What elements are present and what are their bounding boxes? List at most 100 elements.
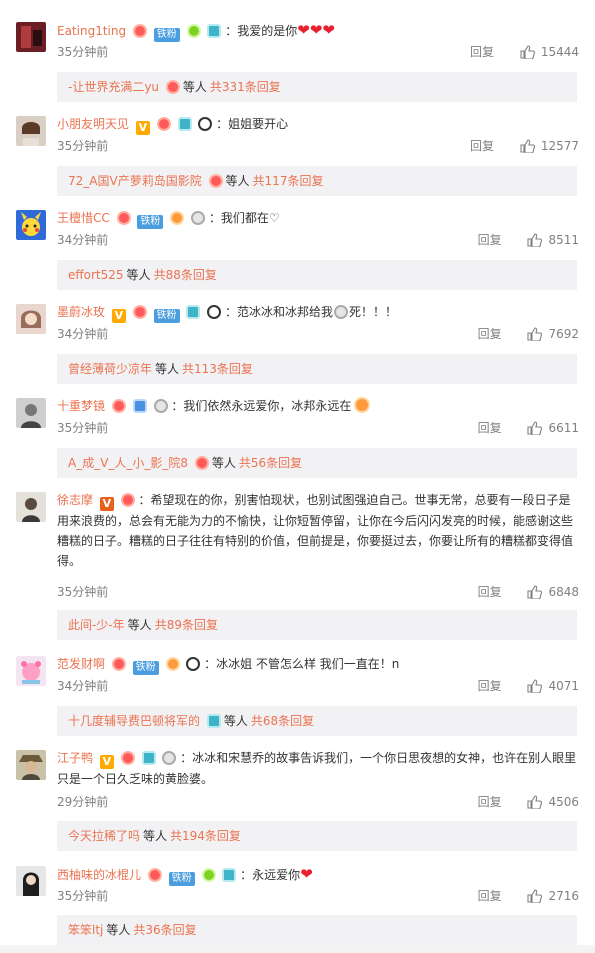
reply-total-link[interactable]: 共113条回复 [182,362,253,376]
member-icon[interactable] [116,211,131,225]
reply-button[interactable]: 回复 [478,327,502,341]
member-icon[interactable] [111,657,126,671]
username[interactable]: 江子鸭 [57,751,93,765]
username[interactable]: 王檀惜CC [57,211,110,225]
reply-summary[interactable]: A_成_V_人_小_影_院8 等人 共56条回复 [57,448,577,478]
username[interactable]: 小朋友明天见 [57,117,129,131]
panda-badge-icon[interactable] [198,117,213,131]
calendar-badge-icon[interactable] [132,399,147,413]
member-icon[interactable] [132,24,147,38]
camera-badge-icon[interactable] [222,868,237,882]
reply-total-link[interactable]: 共56条回复 [239,456,302,470]
ring-badge-icon[interactable] [153,399,168,413]
fan-badge[interactable]: 铁粉 [168,872,195,886]
like-button[interactable]: 12577 [520,139,579,153]
reply-summary[interactable]: 此间-少-年 等人 共89条回复 [57,610,577,640]
reply-total-link[interactable]: 共89条回复 [155,618,218,632]
verified-v-icon[interactable]: V [99,497,114,511]
reply-button[interactable]: 回复 [478,679,502,693]
reply-button[interactable]: 回复 [470,139,494,153]
reply-summary[interactable]: 72_A国V产萝莉岛国影院 等人 共117条回复 [57,166,577,196]
panda-badge-icon[interactable] [207,305,222,319]
ring-badge-icon[interactable] [191,211,206,225]
like-button[interactable]: 6848 [527,585,579,599]
verified-v-icon[interactable]: V [111,309,126,323]
avatar[interactable] [16,116,46,146]
member-icon[interactable] [156,117,171,131]
reply-summary[interactable]: 十几度辅导费巴顿将军的 等人 共68条回复 [57,706,577,736]
fan-badge[interactable]: 铁粉 [153,309,180,323]
reply-button[interactable]: 回复 [478,795,502,809]
ring-badge-icon[interactable] [162,751,177,765]
username[interactable]: 徐志摩 [57,493,93,507]
panda-badge-icon[interactable] [186,657,201,671]
reply-username[interactable]: 曾经薄荷少凉年 [68,362,152,376]
reply-username[interactable]: 笨笨ltj [68,923,103,937]
username[interactable]: 十重梦镜 [57,399,105,413]
member-icon[interactable] [132,305,147,319]
avatar[interactable] [16,492,46,522]
gift-badge-icon[interactable] [165,657,180,671]
like-button[interactable]: 6611 [527,421,579,435]
username[interactable]: 墨蔚冰玫 [57,305,105,319]
camera-badge-icon[interactable] [186,305,201,319]
reply-username[interactable]: 72_A国V产萝莉岛国影院 [68,174,202,188]
member-icon[interactable] [111,399,126,413]
like-button[interactable]: 8511 [527,233,579,247]
reply-summary[interactable]: effort525 等人 共88条回复 [57,260,577,290]
member-icon[interactable] [147,868,162,882]
avatar[interactable] [16,304,46,334]
reply-total-link[interactable]: 共194条回复 [170,829,241,843]
reply-button[interactable]: 回复 [478,421,502,435]
reply-total-link[interactable]: 共331条回复 [210,80,281,94]
camera-badge-icon[interactable] [177,117,192,131]
avatar[interactable] [16,656,46,686]
reply-username[interactable]: 此间-少-年 [68,618,125,632]
reply-total-link[interactable]: 共68条回复 [251,714,314,728]
reply-summary[interactable]: 笨笨ltj 等人 共36条回复 [57,915,577,945]
verified-v-icon[interactable]: V [135,121,150,135]
fan-badge[interactable]: 铁粉 [137,215,164,229]
avatar[interactable] [16,750,46,780]
username[interactable]: 西柚味的冰棍儿 [57,868,141,882]
avatar[interactable] [16,398,46,428]
avatar[interactable] [16,210,46,240]
reply-button[interactable]: 回复 [478,889,502,903]
reply-button[interactable]: 回复 [478,233,502,247]
reply-username[interactable]: 十几度辅导费巴顿将军的 [68,714,200,728]
reply-username[interactable]: -让世界充满二yu [68,80,159,94]
comment-text: 我爱的是你 [237,24,298,38]
heart-badge-icon[interactable] [201,868,216,882]
fan-badge[interactable]: 铁粉 [132,661,159,675]
member-icon[interactable] [120,493,135,507]
like-button[interactable]: 4071 [527,679,579,693]
heart-badge-icon[interactable] [186,24,201,38]
reply-username[interactable]: effort525 [68,268,124,282]
avatar[interactable] [16,866,46,896]
like-button[interactable]: 15444 [520,45,579,59]
reply-button[interactable]: 回复 [470,45,494,59]
reply-summary[interactable]: 今天拉稀了吗 等人 共194条回复 [57,821,577,851]
fan-badge[interactable]: 铁粉 [153,28,180,42]
member-icon[interactable] [120,751,135,765]
username[interactable]: Eating1ting [57,24,126,38]
reply-username[interactable]: A_成_V_人_小_影_院8 [68,456,188,470]
reply-total-link[interactable]: 共36条回复 [133,923,196,937]
like-count: 6848 [548,585,579,599]
camera-badge-icon[interactable] [207,24,222,38]
reply-total-link[interactable]: 共117条回复 [253,174,324,188]
reply-button[interactable]: 回复 [478,585,502,599]
reply-summary[interactable]: 曾经薄荷少凉年 等人 共113条回复 [57,354,577,384]
reply-summary[interactable]: -让世界充满二yu 等人 共331条回复 [57,72,577,102]
reply-total-link[interactable]: 共88条回复 [154,268,217,282]
reply-username[interactable]: 今天拉稀了吗 [68,829,140,843]
heart-emoji-icon: ❤ [300,865,313,883]
like-button[interactable]: 4506 [527,795,579,809]
gift-badge-icon[interactable] [170,211,185,225]
like-button[interactable]: 7692 [527,327,579,341]
username[interactable]: 范发财啊 [57,657,105,671]
camera-badge-icon[interactable] [141,751,156,765]
like-button[interactable]: 2716 [527,889,579,903]
avatar[interactable] [16,22,46,52]
verified-v-icon[interactable]: V [99,755,114,769]
